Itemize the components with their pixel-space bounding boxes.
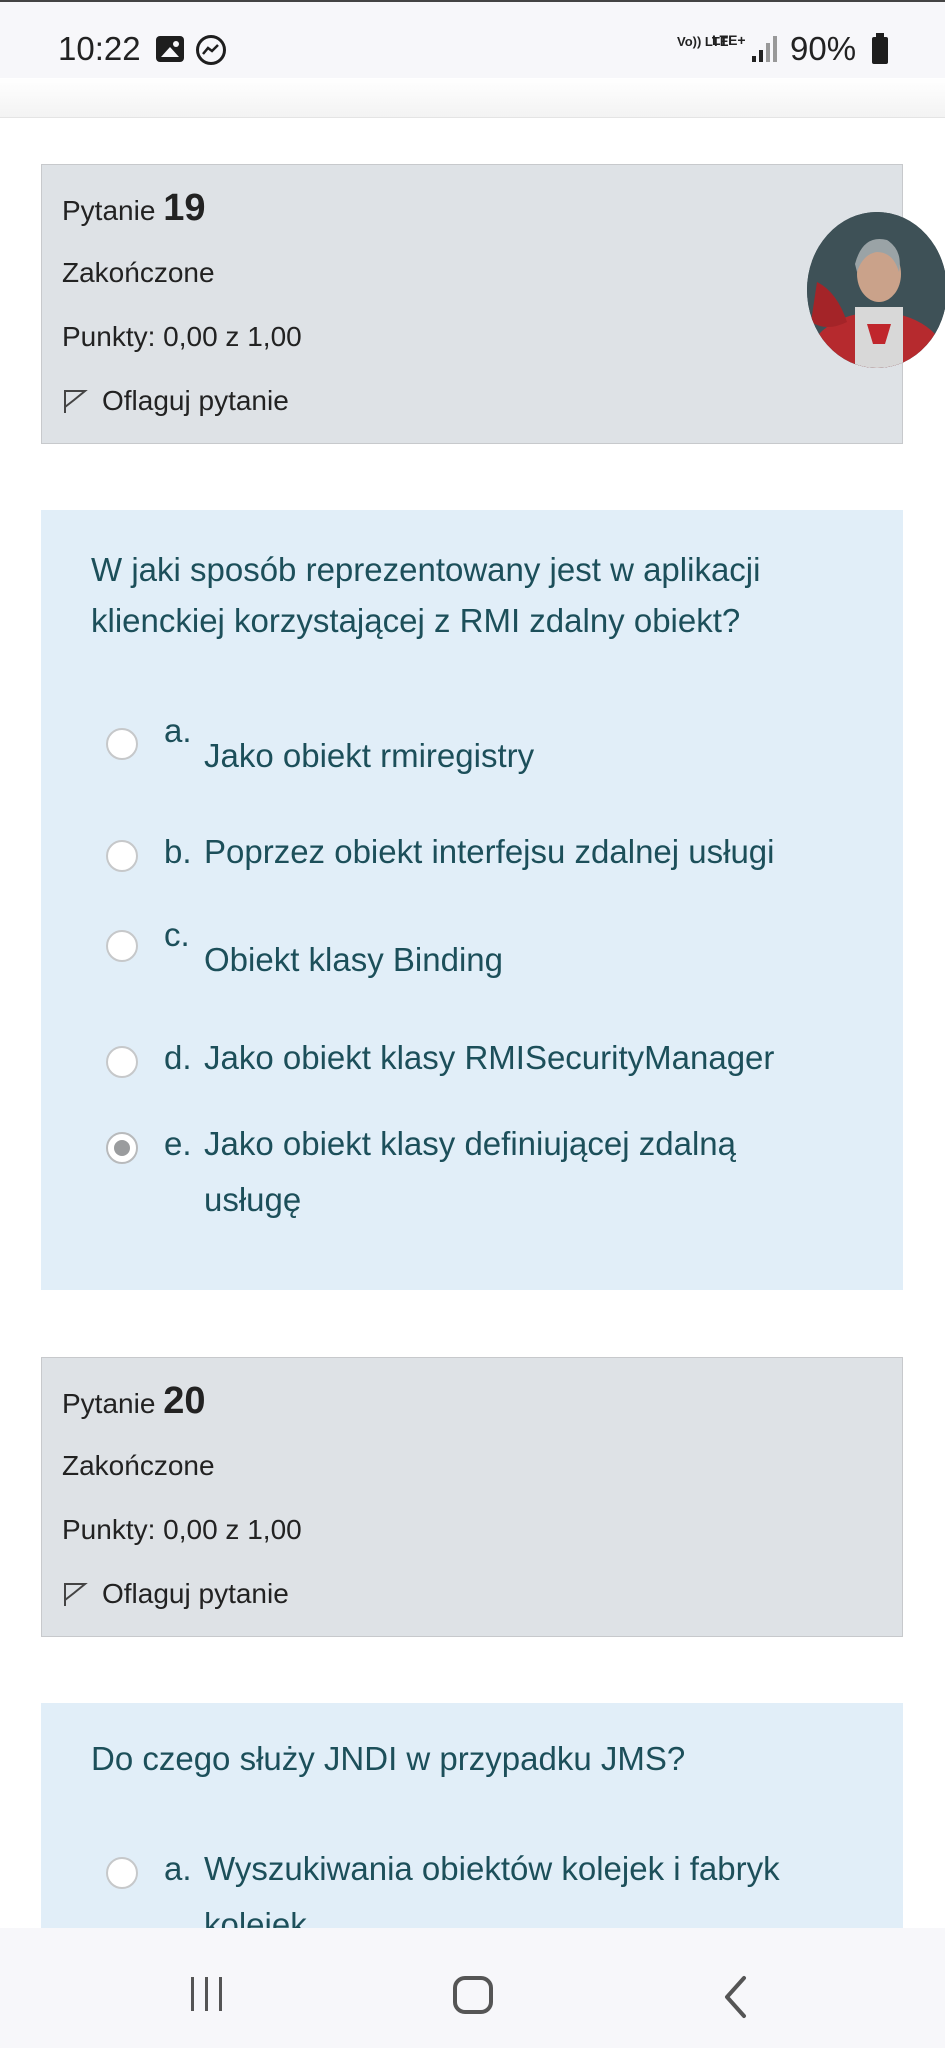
answer-radio[interactable] (106, 1046, 138, 1078)
question-19-content: W jaki sposób reprezentowany jest w apli… (41, 510, 903, 1290)
answer-letter: a. (164, 712, 192, 749)
flag-icon (64, 390, 88, 413)
flag-question-link[interactable]: Oflaguj pytanie (62, 385, 289, 417)
battery-percentage: 90% (790, 30, 857, 67)
answer-text: Obiekt klasy Binding (204, 941, 503, 978)
answer-option-a[interactable]: a. Jako obiekt rmiregistry (106, 712, 535, 782)
question-text-line: klienckiej korzystającej z RMI zdalny ob… (91, 602, 741, 639)
answer-text: Jako obiekt rmiregistry (204, 737, 535, 774)
answer-option-d[interactable]: d. Jako obiekt klasy RMISecurityManager (106, 1032, 774, 1084)
answer-letter: b. (164, 833, 192, 870)
question-20-info: Pytanie 20 Zakończone Punkty: 0,00 z 1,0… (41, 1357, 903, 1637)
question-number: Pytanie 20 (62, 1380, 205, 1423)
messenger-icon (196, 35, 226, 65)
back-icon[interactable] (722, 1975, 750, 2019)
flag-icon (64, 1583, 88, 1606)
answer-radio[interactable] (106, 728, 138, 760)
answer-radio[interactable] (106, 840, 138, 872)
gallery-icon (156, 36, 184, 62)
avatar[interactable] (807, 212, 945, 368)
network-type-label: LTE+ (712, 32, 746, 48)
answer-option-e[interactable]: e. Jako obiekt klasy definiującej zdalną… (106, 1118, 736, 1226)
question-text: Do czego służy JNDI w przypadku JMS? (91, 1733, 685, 1784)
answer-letter: a. (164, 1850, 192, 1887)
answer-radio[interactable] (106, 930, 138, 962)
question-state: Zakończone (62, 257, 215, 288)
answer-text-line: usługę (204, 1181, 302, 1218)
navigation-bar (0, 1928, 945, 2048)
answer-radio[interactable] (106, 1857, 138, 1889)
home-icon[interactable] (453, 1976, 493, 2014)
flag-question-link[interactable]: Oflaguj pytanie (62, 1578, 289, 1610)
answer-text-line: Wyszukiwania obiektów kolejek i fabryk (204, 1850, 780, 1887)
question-state: Zakończone (62, 1450, 215, 1481)
answer-text: Jako obiekt klasy RMISecurityManager (204, 1039, 775, 1076)
question-number: Pytanie 19 (62, 187, 205, 230)
answer-option-b[interactable]: b. Poprzez obiekt interfejsu zdalnej usł… (106, 826, 775, 878)
question-number-value: 19 (163, 187, 206, 229)
flag-label: Oflaguj pytanie (102, 385, 289, 416)
signal-icon (750, 34, 780, 62)
answer-letter: c. (164, 916, 190, 953)
recent-apps-icon[interactable] (191, 1977, 227, 2011)
status-bar: 10:22 Vo)) LTE LTE+ 90% (0, 0, 945, 78)
question-grade: Punkty: 0,00 z 1,00 (62, 1514, 302, 1545)
question-label: Pytanie (62, 195, 156, 226)
answer-text: Poprzez obiekt interfejsu zdalnej usługi (204, 833, 775, 870)
answer-text: Jako obiekt klasy definiującej zdalną us… (204, 1118, 736, 1226)
answer-option-c[interactable]: c. Obiekt klasy Binding (106, 916, 503, 986)
question-label: Pytanie (62, 1388, 156, 1419)
screen: 10:22 Vo)) LTE LTE+ 90% Pytanie 19 Zakoń… (0, 0, 945, 2048)
flag-label: Oflaguj pytanie (102, 1578, 289, 1609)
answer-radio-selected[interactable] (106, 1132, 138, 1164)
answer-text-line: Jako obiekt klasy definiującej zdalną (204, 1125, 736, 1162)
status-time: 10:22 (58, 30, 141, 67)
question-20-content: Do czego służy JNDI w przypadku JMS? a. … (41, 1703, 903, 1943)
answer-letter: e. (164, 1125, 192, 1162)
question-grade: Punkty: 0,00 z 1,00 (62, 321, 302, 352)
question-number-value: 20 (163, 1380, 206, 1422)
battery-icon (872, 33, 888, 64)
question-text: W jaki sposób reprezentowany jest w apli… (91, 544, 760, 646)
question-19-info: Pytanie 19 Zakończone Punkty: 0,00 z 1,0… (41, 164, 903, 444)
question-text-line: W jaki sposób reprezentowany jest w apli… (91, 551, 761, 588)
page-header-gap (0, 78, 945, 118)
answer-letter: d. (164, 1039, 192, 1076)
question-text-line: Do czego służy JNDI w przypadku JMS? (91, 1740, 686, 1777)
